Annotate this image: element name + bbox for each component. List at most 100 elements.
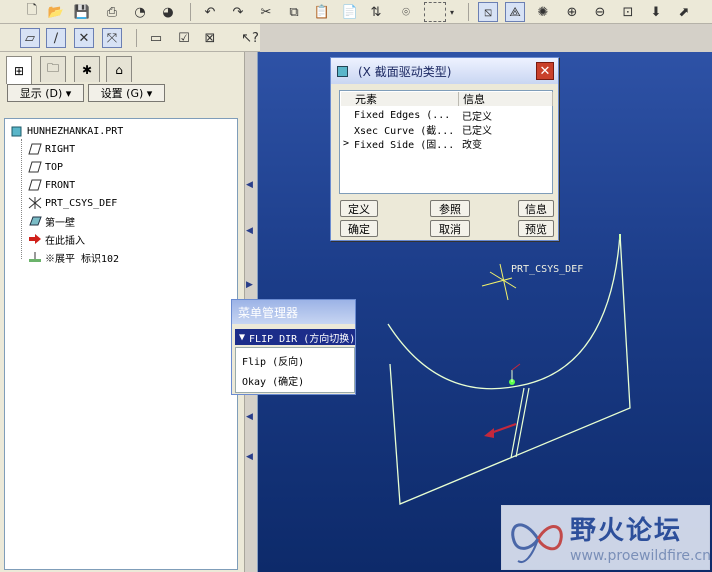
row-info: 已定义 bbox=[462, 125, 492, 137]
redo-icon[interactable]: ↷ bbox=[228, 2, 248, 22]
toolbar-separator bbox=[136, 29, 137, 47]
col-header-element[interactable]: 元素 bbox=[341, 92, 459, 106]
display-dropdown[interactable]: 显示 (D) ▾ bbox=[7, 84, 84, 102]
reference-button[interactable]: 参照 bbox=[430, 200, 470, 217]
row-element: Fixed Edges (... bbox=[354, 109, 451, 121]
tree-item-front[interactable]: FRONT bbox=[27, 177, 75, 193]
print-icon[interactable]: ⎙ bbox=[102, 2, 122, 22]
main-toolbar: 🗋 📂 💾 ⎙ ◔ ◕ ↶ ↷ ✂ ⧉ 📋 📄 ⇅ ⌾ ▾ ⧅ ⟁ ✺ ⊕ ⊖ … bbox=[0, 0, 712, 24]
close-window-icon[interactable]: ⊠ bbox=[200, 28, 220, 48]
folder-browser-icon[interactable]: 🗀 bbox=[40, 56, 66, 82]
cancel-button[interactable]: 取消 bbox=[430, 220, 470, 237]
menu-header-flip-dir[interactable]: ▼ FLIP DIR (方向切换) bbox=[235, 329, 355, 345]
datum-plane-icon bbox=[27, 178, 43, 192]
new-file-icon[interactable]: 🗋 bbox=[22, 2, 42, 22]
collapse-arrow-icon[interactable]: ◀ bbox=[246, 180, 253, 190]
connections-icon[interactable]: ⌂ bbox=[106, 56, 132, 82]
forum-watermark: 野火论坛 www.proewildfire.cn bbox=[501, 505, 711, 570]
select-box-icon[interactable] bbox=[424, 2, 446, 22]
tree-item-label: 第一壁 bbox=[45, 217, 75, 229]
list-item-current[interactable]: > Fixed Side (固... 改变 bbox=[340, 136, 552, 151]
watermark-title: 野火论坛 bbox=[570, 516, 683, 546]
menu-manager-title[interactable]: 菜单管理器 bbox=[232, 300, 355, 324]
spin-icon[interactable]: ✺ bbox=[533, 2, 553, 22]
list-item[interactable]: Fixed Edges (... 已定义 bbox=[340, 108, 552, 123]
csys-axis bbox=[481, 277, 513, 287]
paste-special-icon[interactable]: 📄 bbox=[340, 2, 360, 22]
row-info: 已定义 bbox=[462, 111, 492, 123]
sketch-icon[interactable]: ⧅ bbox=[478, 2, 498, 22]
section-driven-type-dialog: (X 截面驱动类型) ✕ 元素 信息 Fixed Edges (... 已定义 … bbox=[330, 57, 559, 241]
define-button[interactable]: 定义 bbox=[340, 200, 378, 217]
expand-arrow-icon[interactable]: ▶ bbox=[246, 280, 253, 290]
tree-item-first-wall[interactable]: 第一壁 bbox=[27, 213, 75, 229]
toolbar-separator bbox=[190, 3, 191, 21]
dropdown-icon[interactable]: ▾ bbox=[447, 2, 457, 22]
preview-button[interactable]: 预览 bbox=[518, 220, 554, 237]
datum-point-display-icon[interactable]: ✕ bbox=[74, 28, 94, 48]
tree-item-insert-here[interactable]: 在此插入 bbox=[27, 231, 85, 247]
list-item[interactable]: Xsec Curve (截... 已定义 bbox=[340, 122, 552, 137]
whats-this-help-icon[interactable]: ↖? bbox=[240, 28, 260, 48]
tree-root[interactable]: HUNHEZHANKAI.PRT bbox=[9, 123, 123, 139]
check-window-icon[interactable]: ☑ bbox=[174, 28, 194, 48]
tree-item-csys[interactable]: PRT_CSYS_DEF bbox=[27, 195, 117, 211]
undo-icon[interactable]: ↶ bbox=[200, 2, 220, 22]
menu-item-flip[interactable]: Flip (反向) bbox=[242, 353, 304, 368]
menu-item-okay[interactable]: Okay (确定) bbox=[242, 373, 304, 388]
tree-root-label: HUNHEZHANKAI.PRT bbox=[27, 125, 124, 137]
tree-item-label: FRONT bbox=[45, 179, 76, 191]
save-icon[interactable]: 💾 bbox=[72, 2, 92, 22]
tree-item-right[interactable]: RIGHT bbox=[27, 141, 75, 157]
butterfly-logo-icon bbox=[511, 523, 563, 563]
ok-button[interactable]: 确定 bbox=[340, 220, 378, 237]
csys-label: PRT_CSYS_DEF bbox=[511, 264, 584, 275]
flip-direction-arrowhead bbox=[484, 428, 494, 438]
info-button[interactable]: 信息 bbox=[518, 200, 554, 217]
insert-arrow-icon bbox=[27, 232, 43, 246]
tree-item-label: TOP bbox=[45, 161, 64, 173]
regenerate-icon[interactable]: ⇅ bbox=[366, 2, 386, 22]
row-info: 改变 bbox=[462, 139, 482, 151]
model-tree-icon[interactable]: ⊞ bbox=[6, 56, 32, 84]
favorites-icon[interactable]: ✱ bbox=[74, 56, 100, 82]
element-list: 元素 信息 Fixed Edges (... 已定义 Xsec Curve (截… bbox=[339, 90, 553, 194]
triangle-down-icon: ▼ bbox=[239, 331, 246, 343]
headphones-icon[interactable]: ◔ bbox=[130, 2, 150, 22]
sheetmetal-wall-icon bbox=[27, 214, 43, 228]
orient-icon[interactable]: ⬇ bbox=[646, 2, 666, 22]
collapse-arrow-icon[interactable]: ◀ bbox=[246, 412, 253, 422]
tree-connector bbox=[21, 139, 22, 259]
csys-display-icon[interactable]: ⤧ bbox=[102, 28, 122, 48]
col-header-info[interactable]: 信息 bbox=[459, 92, 553, 106]
tree-item-top[interactable]: TOP bbox=[27, 159, 63, 175]
datum-plane-icon bbox=[27, 160, 43, 174]
cut-icon[interactable]: ✂ bbox=[256, 2, 276, 22]
datum-axis-display-icon[interactable]: ∕ bbox=[46, 28, 66, 48]
window-icon[interactable]: ▭ bbox=[146, 28, 166, 48]
row-element: Fixed Side (固... bbox=[354, 139, 455, 151]
dialog-titlebar[interactable]: (X 截面驱动类型) bbox=[331, 58, 558, 84]
collapse-arrow-icon[interactable]: ◀ bbox=[246, 452, 253, 462]
view-icon[interactable]: ⬈ bbox=[674, 2, 694, 22]
datum-toolbar: ▱ ∕ ✕ ⤧ ▭ ☑ ⊠ ↖? bbox=[0, 24, 260, 52]
settings-dropdown[interactable]: 设置 (G) ▾ bbox=[88, 84, 165, 102]
paste-icon[interactable]: 📋 bbox=[312, 2, 332, 22]
zoom-in-icon[interactable]: ⊕ bbox=[562, 2, 582, 22]
refit-icon[interactable]: ⊡ bbox=[618, 2, 638, 22]
tree-item-flatten[interactable]: ※展平 标识102 bbox=[27, 249, 119, 265]
dialog-icon bbox=[337, 65, 348, 77]
copy-icon[interactable]: ⧉ bbox=[284, 2, 304, 22]
menu-items: Flip (反向) Okay (确定) bbox=[235, 347, 355, 393]
collapse-arrow-icon[interactable]: ◀ bbox=[246, 226, 253, 236]
arc-edge bbox=[387, 233, 621, 390]
open-folder-icon[interactable]: 📂 bbox=[46, 2, 66, 22]
headphones2-icon[interactable]: ◕ bbox=[158, 2, 178, 22]
datum-plane-display-icon[interactable]: ▱ bbox=[20, 28, 40, 48]
binoculars-icon[interactable]: ⌾ bbox=[396, 2, 416, 22]
datum-plane-icon bbox=[27, 142, 43, 156]
marker-axis bbox=[511, 363, 521, 371]
zoom-out-icon[interactable]: ⊖ bbox=[590, 2, 610, 22]
close-icon[interactable]: ✕ bbox=[536, 62, 554, 80]
datum-display-icon[interactable]: ⟁ bbox=[505, 2, 525, 22]
